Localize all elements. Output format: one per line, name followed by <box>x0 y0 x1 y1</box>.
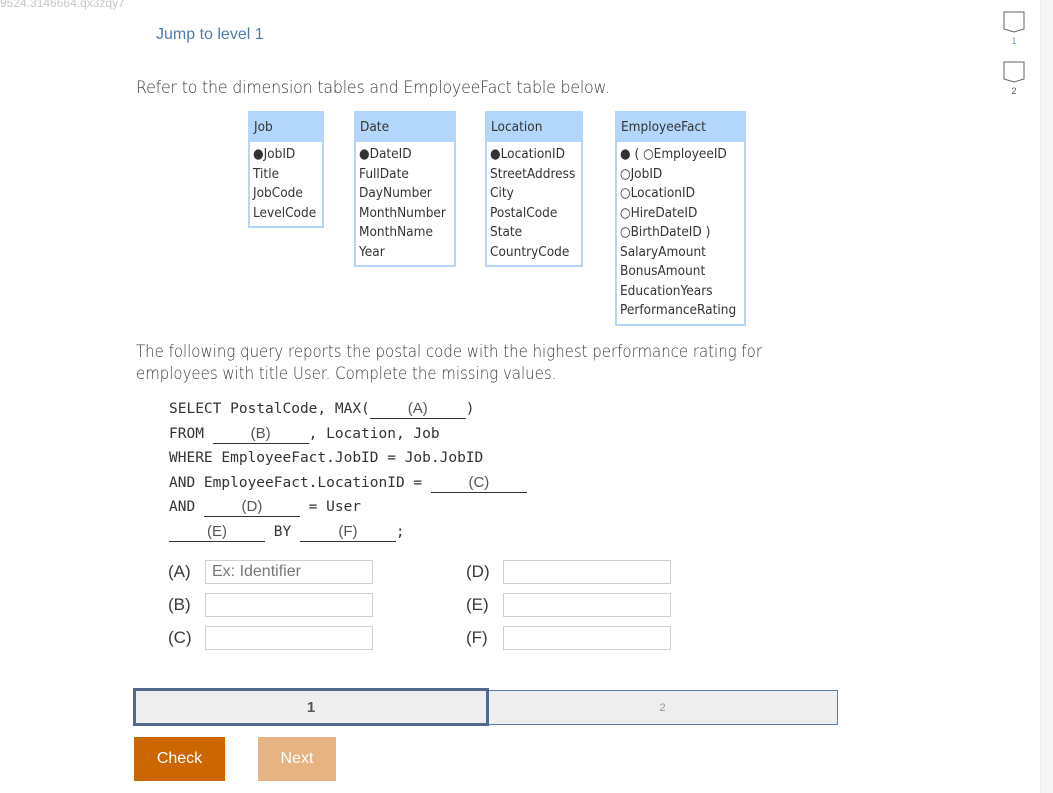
level-marker-1[interactable]: 1 <box>1003 11 1025 46</box>
query-text: AND <box>169 499 204 515</box>
jump-to-level-link[interactable]: Jump to level 1 <box>156 26 264 44</box>
next-button[interactable]: Next <box>258 737 336 781</box>
table-column: PostalCode <box>490 204 558 221</box>
table-header: EmployeeFact <box>617 113 744 142</box>
table-column: EducationYears <box>620 282 713 299</box>
table-column: Year <box>359 243 385 260</box>
level-number: 1 <box>1011 36 1017 46</box>
query-text: AND EmployeeFact.LocationID = <box>169 474 431 491</box>
answer-label: (E) <box>466 595 489 614</box>
blank-e: (E) <box>169 523 265 542</box>
answer-row-d: (D) <box>466 559 671 585</box>
answer-c-input[interactable] <box>205 626 373 650</box>
table-column: ○BirthDateID ) <box>620 224 711 240</box>
table-columns: ●LocationID StreetAddress City PostalCod… <box>487 142 581 265</box>
query-line: AND (D) = User <box>169 495 527 520</box>
table-column: MonthNumber <box>359 204 446 221</box>
level-number: 2 <box>1011 86 1017 96</box>
question-line: The following query reports the postal c… <box>136 342 762 362</box>
answer-d-input[interactable] <box>503 560 671 584</box>
table-column: FullDate <box>359 165 409 182</box>
answer-row-a: (A) <box>168 559 373 585</box>
table-name: Job <box>254 119 273 135</box>
table-header: Date <box>356 113 454 142</box>
table-column: ●JobID <box>253 146 296 162</box>
blank-d: (D) <box>203 498 300 517</box>
table-column: PerformanceRating <box>620 302 737 318</box>
answer-row-e: (E) <box>466 592 671 618</box>
query-text: ; <box>395 523 405 540</box>
table-column: ○HireDateID <box>620 204 698 221</box>
blank-a: (A) <box>369 400 466 419</box>
level-badge-icon <box>1003 11 1025 33</box>
query-text: = User <box>299 499 362 515</box>
answer-row-b: (B) <box>168 592 373 618</box>
table-column: ●LocationID <box>490 146 565 162</box>
query-text: SELECT PostalCode, MAX( <box>169 401 370 417</box>
blank-b: (B) <box>212 425 309 444</box>
question-line: employees with title User. Complete the … <box>136 364 557 384</box>
progress-step-2[interactable]: 2 <box>487 690 838 725</box>
check-button[interactable]: Check <box>134 737 225 781</box>
query-text: , Location, Job <box>308 425 440 442</box>
blank-c: (C) <box>430 474 527 493</box>
table-name: EmployeeFact <box>621 119 706 135</box>
query-line: (E) BY (F); <box>169 520 527 545</box>
table-header: Location <box>487 113 581 142</box>
table-column: StreetAddress <box>490 165 576 182</box>
query-text: FROM <box>169 425 213 442</box>
answer-f-input[interactable] <box>503 626 671 650</box>
table-name: Date <box>360 119 390 135</box>
table-column: DayNumber <box>359 185 432 201</box>
answer-label: (C) <box>168 628 192 647</box>
table-column: LevelCode <box>253 204 317 221</box>
query-line: SELECT PostalCode, MAX((A)) <box>169 397 527 422</box>
table-column: City <box>490 185 514 201</box>
table-name: Location <box>491 119 543 135</box>
table-column: ●DateID <box>359 146 412 162</box>
table-header: Job <box>250 113 322 142</box>
answer-row-c: (C) <box>168 625 373 651</box>
level-badge-icon <box>1003 61 1025 83</box>
location-table: Location ●LocationID StreetAddress City … <box>485 111 583 267</box>
answer-label: (F) <box>466 628 488 647</box>
side-scroll-panel <box>1040 0 1053 793</box>
table-column: State <box>490 224 523 240</box>
table-column: SalaryAmount <box>620 243 706 260</box>
employee-fact-table: EmployeeFact ● ( ○EmployeeID ○JobID ○Loc… <box>615 111 746 326</box>
answer-label: (D) <box>466 562 490 581</box>
query-line: FROM (B), Location, Job <box>169 422 527 447</box>
table-column: BonusAmount <box>620 263 706 279</box>
answer-a-input[interactable] <box>205 560 373 584</box>
table-column: Title <box>253 165 280 182</box>
table-column: MonthName <box>359 224 433 240</box>
intro-text: Refer to the dimension tables and Employ… <box>136 78 610 98</box>
table-column: ○JobID <box>620 165 663 182</box>
job-table: Job ●JobID Title JobCode LevelCode <box>248 111 324 228</box>
table-columns: ●DateID FullDate DayNumber MonthNumber M… <box>356 142 454 265</box>
query-line: AND EmployeeFact.LocationID = (C) <box>169 471 527 496</box>
table-columns: ● ( ○EmployeeID ○JobID ○LocationID ○Hire… <box>617 142 744 324</box>
answer-label: (A) <box>168 562 191 581</box>
answer-b-input[interactable] <box>205 593 373 617</box>
url-fragment: 9524.3146664.qx3zqy7 <box>0 0 125 10</box>
table-column: ○LocationID <box>620 185 695 201</box>
table-columns: ●JobID Title JobCode LevelCode <box>250 142 322 226</box>
query-text: ) <box>465 401 475 417</box>
table-column: JobCode <box>253 185 303 201</box>
date-table: Date ●DateID FullDate DayNumber MonthNum… <box>354 111 456 267</box>
answer-row-f: (F) <box>466 625 671 651</box>
answer-label: (B) <box>168 595 191 614</box>
table-column: CountryCode <box>490 243 570 260</box>
answer-e-input[interactable] <box>503 593 671 617</box>
level-marker-2[interactable]: 2 <box>1003 61 1025 96</box>
table-column: ● ( ○EmployeeID <box>620 146 727 162</box>
progress-step-1[interactable]: 1 <box>133 688 489 726</box>
query-line: WHERE EmployeeFact.JobID = Job.JobID <box>169 450 484 466</box>
query-text: BY <box>265 523 300 540</box>
blank-f: (F) <box>299 523 396 542</box>
sql-query: SELECT PostalCode, MAX((A)) FROM (B), Lo… <box>169 397 527 544</box>
question-text: The following query reports the postal c… <box>136 341 796 385</box>
progress-steps: 1 2 <box>133 688 838 726</box>
